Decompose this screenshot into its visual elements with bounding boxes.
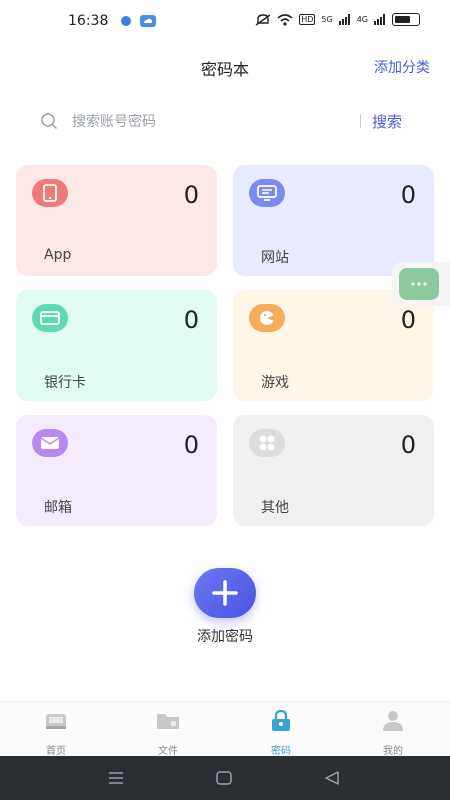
category-card-email[interactable]: 0 邮箱 (16, 415, 217, 526)
search-divider (360, 114, 361, 128)
signal-icon-1 (338, 14, 350, 25)
app-notification-icon (121, 16, 131, 26)
more-floating-button[interactable] (399, 268, 439, 300)
status-right-icons: HD 5G 4G (255, 13, 420, 26)
status-time: 16:38 (68, 13, 109, 29)
network-4g: 4G (356, 15, 368, 24)
home-icon (46, 714, 66, 729)
menu-nav-icon[interactable] (108, 771, 124, 785)
search-input[interactable] (70, 108, 354, 136)
wifi-icon (277, 13, 293, 26)
category-card-game[interactable]: 0 游戏 (233, 290, 434, 401)
grid-icon (249, 429, 285, 457)
back-nav-icon[interactable] (324, 771, 340, 785)
mute-icon (255, 13, 271, 26)
search-bar: 搜索 (36, 106, 416, 136)
status-left-icons (120, 15, 156, 27)
cloud-notification-icon (140, 15, 156, 27)
category-count: 0 (400, 181, 416, 209)
tab-label: 首页 (46, 746, 66, 757)
search-button[interactable]: 搜索 (372, 111, 402, 132)
add-category-button[interactable]: 添加分类 (374, 57, 430, 77)
more-dots-icon (411, 282, 427, 286)
home-nav-icon[interactable] (216, 771, 232, 785)
plus-icon (212, 580, 238, 606)
add-password-label: 添加密码 (197, 629, 253, 645)
status-bar: 16:38 HD 5G 4G (0, 0, 450, 44)
tab-label: 密码 (271, 746, 291, 757)
category-count: 0 (400, 306, 416, 334)
bottom-tab-bar: 首页 文件 密码 我的 (0, 701, 450, 757)
category-label: 其他 (261, 500, 289, 516)
category-label: 邮箱 (44, 500, 72, 516)
system-nav-bar (0, 756, 450, 800)
category-card-app[interactable]: 0 App (16, 165, 217, 276)
category-count: 0 (183, 431, 199, 459)
card-icon (32, 304, 68, 332)
tab-home[interactable]: 首页 (26, 710, 86, 757)
category-label: 游戏 (261, 375, 289, 391)
tab-profile[interactable]: 我的 (363, 710, 423, 757)
category-label: 银行卡 (44, 375, 86, 391)
folder-icon (157, 714, 179, 729)
tab-label: 文件 (158, 746, 178, 757)
header: 密码本 添加分类 (0, 48, 450, 84)
monitor-icon (249, 179, 285, 207)
lock-icon (272, 709, 290, 731)
category-card-bank-card[interactable]: 0 银行卡 (16, 290, 217, 401)
category-card-website[interactable]: 0 网站 (233, 165, 434, 276)
signal-icon-2 (374, 14, 385, 25)
add-password-button[interactable] (194, 568, 256, 618)
user-icon (383, 711, 403, 731)
tab-files[interactable]: 文件 (138, 710, 198, 757)
category-count: 0 (183, 181, 199, 209)
search-icon (41, 113, 57, 129)
tab-label: 我的 (383, 746, 403, 757)
category-count: 0 (400, 431, 416, 459)
tab-passwords[interactable]: 密码 (251, 709, 311, 757)
category-count: 0 (183, 306, 199, 334)
mail-icon (32, 429, 68, 457)
category-label: App (44, 247, 72, 263)
phone-icon (32, 179, 68, 207)
battery-icon (392, 13, 420, 26)
category-card-other[interactable]: 0 其他 (233, 415, 434, 526)
hd-badge: HD (299, 14, 316, 25)
category-label: 网站 (261, 250, 289, 266)
network-5g: 5G (321, 15, 333, 24)
game-icon (249, 304, 285, 332)
